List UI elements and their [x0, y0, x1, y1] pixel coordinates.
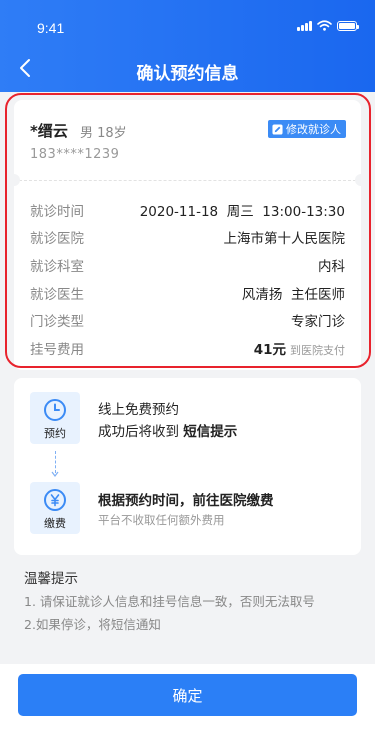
step-book-desc-prefix: 成功后将收到 — [98, 424, 184, 440]
tip-item: 1. 请保证就诊人信息和挂号信息一致，否则无法取号 — [24, 594, 315, 609]
step-pay: 缴费 — [30, 482, 80, 534]
detail-row-department: 就诊科室 内科 — [30, 251, 345, 279]
ticket-notch-left — [8, 174, 20, 186]
bottom-action-bar: 确定 — [0, 664, 375, 740]
clock-icon — [44, 399, 66, 421]
detail-row-doctor: 就诊医生 风清扬 主任医师 — [30, 279, 345, 307]
detail-value: 内科 — [318, 258, 345, 275]
edit-patient-button[interactable]: 修改就诊人 — [268, 120, 346, 138]
appointment-info-card: *缙云 男 18岁 修改就诊人 183****1239 就诊时间 2020-11… — [8, 100, 367, 370]
nav-bar: 确认预约信息 — [0, 50, 375, 90]
detail-row-fee: 挂号费用 41元 到医院支付 — [30, 334, 345, 362]
step-book-desc: 成功后将收到 短信提示 — [98, 420, 237, 440]
detail-label: 就诊科室 — [30, 258, 84, 275]
detail-value: 2020-11-18 周三 13:00-13:30 — [139, 203, 345, 220]
arrow-down-icon — [51, 471, 59, 477]
dashed-divider — [14, 180, 361, 181]
detail-row-clinic-type: 门诊类型 专家门诊 — [30, 306, 345, 334]
status-time: 9:41 — [37, 20, 65, 36]
detail-value: 上海市第十人民医院 — [223, 231, 346, 248]
step-book-desc-highlight: 短信提示 — [183, 424, 238, 440]
wifi-icon — [317, 20, 332, 31]
fee-note: 到医院支付 — [290, 343, 345, 357]
ticket-notch-right — [355, 174, 367, 186]
step-pay-label: 缴费 — [44, 517, 66, 530]
detail-value: 风清扬 主任医师 — [241, 286, 345, 303]
detail-label: 就诊医院 — [30, 231, 84, 248]
step-pay-desc: 平台不收取任何额外费用 — [98, 513, 225, 527]
detail-label: 就诊时间 — [30, 203, 84, 220]
fee-value: 41元 到医院支付 — [254, 338, 345, 358]
detail-row-time: 就诊时间 2020-11-18 周三 13:00-13:30 — [30, 196, 345, 224]
detail-label: 就诊医生 — [30, 286, 84, 303]
status-bar: 9:41 — [0, 0, 375, 50]
tip-item: 2.如果停诊，将短信通知 — [24, 617, 161, 632]
edit-icon — [272, 123, 283, 135]
detail-label: 门诊类型 — [30, 314, 84, 331]
yuan-coin-icon — [44, 489, 66, 511]
detail-value: 专家门诊 — [291, 314, 345, 331]
patient-name: *缙云 — [30, 122, 68, 140]
step-book-label: 预约 — [44, 427, 66, 440]
tips-section: 温馨提示 1. 请保证就诊人信息和挂号信息一致，否则无法取号 2.如果停诊，将短… — [24, 567, 315, 633]
process-steps-card: 预约 缴费 线上免费预约 成功后将收到 短信提示 根据预约时间，前往医院缴费 平… — [14, 378, 361, 555]
battery-icon — [337, 20, 359, 31]
detail-row-hospital: 就诊医院 上海市第十人民医院 — [30, 224, 345, 252]
fee-amount: 41元 — [253, 341, 286, 358]
page-title: 确认预约信息 — [136, 64, 239, 84]
tips-title: 温馨提示 — [24, 571, 78, 587]
step-book-title: 线上免费预约 — [98, 402, 179, 418]
step-pay-title: 根据预约时间，前往医院缴费 — [98, 493, 274, 509]
patient-gender-age: 男 18岁 — [80, 126, 127, 141]
header-bar: 9:41 确认预约信息 — [0, 0, 375, 92]
signal-icon — [297, 20, 312, 31]
status-icons — [297, 20, 359, 31]
edit-patient-label: 修改就诊人 — [286, 123, 341, 136]
patient-phone: 183****1239 — [30, 147, 120, 162]
step-book: 预约 — [30, 392, 80, 444]
confirm-button[interactable]: 确定 — [18, 674, 357, 716]
detail-label: 挂号费用 — [30, 341, 84, 358]
appointment-detail-list: 就诊时间 2020-11-18 周三 13:00-13:30 就诊医院 上海市第… — [30, 196, 345, 362]
